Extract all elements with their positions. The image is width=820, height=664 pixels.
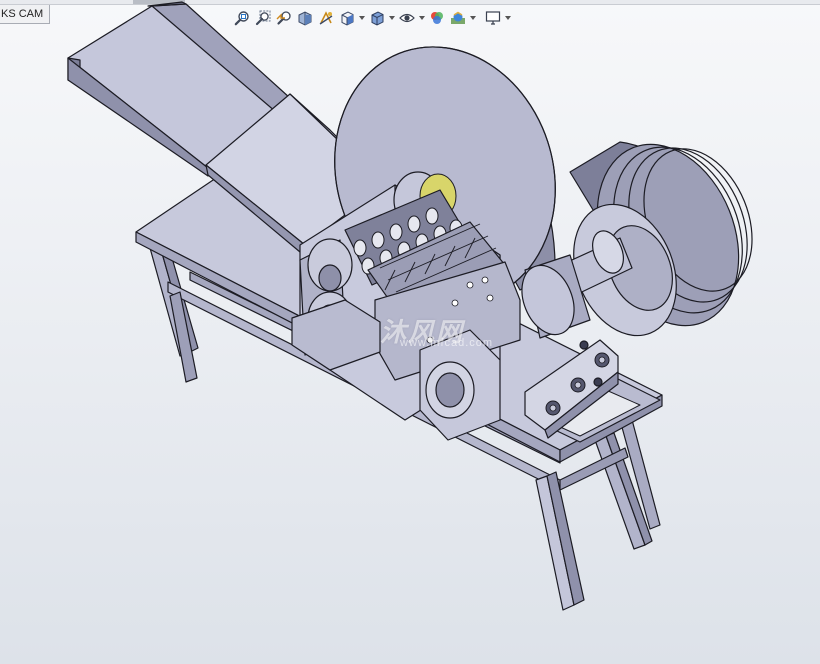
watermark-url: www.mfcad.com (400, 337, 494, 349)
graphics-area[interactable]: KS CAM 沐风网 www.mfcad.com (0, 0, 820, 664)
